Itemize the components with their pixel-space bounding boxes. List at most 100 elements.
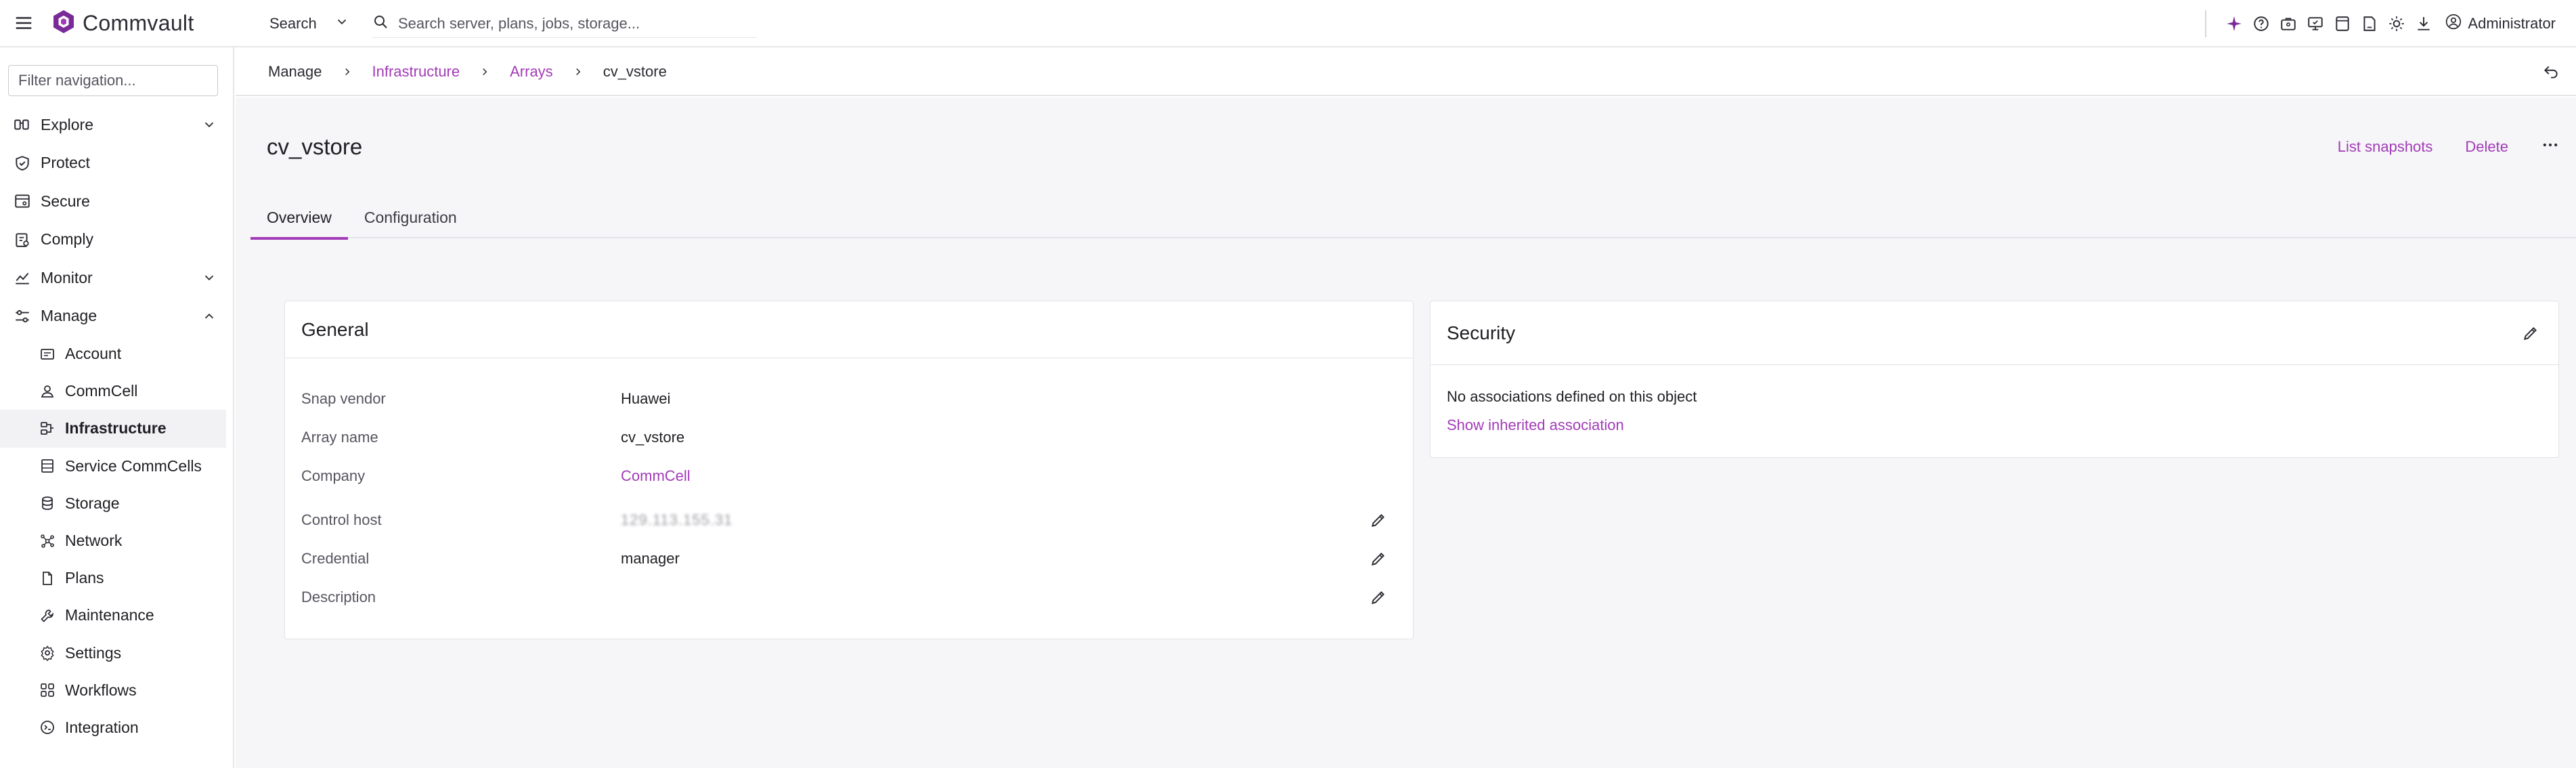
tab-overview[interactable]: Overview	[250, 196, 348, 240]
comply-icon	[12, 230, 32, 250]
row-control-host: Control host 129.113.155.31	[301, 507, 1398, 534]
sidebar-item-label: Explore	[41, 115, 93, 133]
sidebar-item-plans[interactable]: Plans	[0, 559, 233, 597]
top-bar: Commvault Search Search server, plans, j…	[0, 0, 2576, 47]
breadcrumb-current: cv_vstore	[603, 63, 667, 80]
sidebar-item-storage[interactable]: Storage	[0, 485, 233, 522]
user-icon	[2445, 13, 2462, 35]
field-value: manager	[621, 550, 680, 567]
sidebar-item-integration[interactable]: Integration	[0, 709, 233, 746]
undo-icon[interactable]	[2542, 64, 2560, 81]
secure-icon	[12, 191, 32, 211]
wrench-icon	[38, 606, 57, 625]
top-right-toolbar: Administrator	[2205, 0, 2576, 47]
sidebar-item-label: Network	[65, 532, 123, 550]
more-options-icon[interactable]	[2541, 135, 2560, 158]
sidebar-item-account[interactable]: Account	[0, 335, 233, 372]
sidebar-item-manage[interactable]: Manage	[0, 297, 233, 336]
sidebar: Explore Protect Secure Comply Monitor Ma…	[0, 47, 234, 768]
general-card: General Snap vendor Huawei Array name cv…	[284, 301, 1414, 639]
chevron-right-icon	[479, 66, 491, 78]
delete-button[interactable]: Delete	[2465, 138, 2508, 156]
nav-list: Explore Protect Secure Comply Monitor Ma…	[0, 106, 233, 746]
sidebar-item-label: Manage	[41, 307, 97, 325]
sidebar-item-label: Account	[65, 345, 122, 363]
briefcase-icon[interactable]	[2279, 15, 2297, 33]
sidebar-item-comply[interactable]: Comply	[0, 221, 233, 259]
device-icon[interactable]	[2361, 15, 2378, 33]
chart-icon	[12, 268, 32, 288]
monitor-icon[interactable]	[2307, 15, 2324, 33]
search-input[interactable]	[398, 14, 723, 33]
sidebar-item-commcell[interactable]: CommCell	[0, 372, 233, 410]
sidebar-item-secure[interactable]: Secure	[0, 182, 233, 221]
breadcrumb: Manage Infrastructure Arrays cv_vstore	[236, 49, 2576, 96]
sidebar-item-label: Plans	[65, 569, 104, 587]
edit-pencil-icon[interactable]	[1370, 511, 1387, 533]
sliders-icon	[12, 306, 32, 326]
field-label: Credential	[301, 550, 370, 567]
explore-icon	[12, 114, 32, 135]
network-icon	[38, 532, 57, 551]
sidebar-item-label: Monitor	[41, 268, 93, 286]
sidebar-item-infrastructure[interactable]: Infrastructure	[0, 410, 226, 448]
sidebar-item-label: CommCell	[65, 382, 138, 400]
sidebar-item-label: Protect	[41, 154, 90, 172]
commvault-logo[interactable]: Commvault	[50, 8, 194, 39]
sidebar-item-network[interactable]: Network	[0, 522, 233, 559]
sidebar-item-settings[interactable]: Settings	[0, 635, 233, 672]
theme-icon[interactable]	[2388, 15, 2405, 33]
sparkle-icon[interactable]	[2225, 15, 2243, 33]
brand-name: Commvault	[83, 10, 194, 35]
row-array-name: Array name cv_vstore	[301, 424, 1398, 451]
sidebar-item-label: Workflows	[65, 681, 137, 699]
sidebar-item-maintenance[interactable]: Maintenance	[0, 597, 233, 634]
download-icon[interactable]	[2415, 15, 2432, 33]
chevron-right-icon	[341, 66, 353, 78]
sidebar-item-explore[interactable]: Explore	[0, 106, 233, 144]
search-scope-dropdown[interactable]: Search	[269, 0, 349, 47]
chevron-up-icon	[202, 309, 217, 324]
nav-filter-input[interactable]	[8, 65, 218, 96]
tab-bar: Overview Configuration	[250, 196, 2576, 240]
breadcrumb-manage[interactable]: Manage	[268, 63, 322, 81]
sidebar-item-service-commcells[interactable]: Service CommCells	[0, 448, 233, 485]
page-actions: List snapshots Delete	[2338, 135, 2560, 158]
row-description: Description	[301, 584, 1398, 611]
security-card-header: Security	[1431, 301, 2558, 365]
sidebar-item-protect[interactable]: Protect	[0, 144, 233, 183]
edit-pencil-icon[interactable]	[1370, 589, 1387, 610]
sidebar-item-label: Comply	[41, 230, 93, 249]
global-search	[372, 9, 757, 38]
edit-pencil-icon[interactable]	[1370, 550, 1387, 572]
user-menu[interactable]: Administrator	[2445, 13, 2556, 35]
field-value: 129.113.155.31	[621, 511, 733, 528]
tab-configuration[interactable]: Configuration	[348, 196, 473, 238]
toolbar-divider	[2205, 10, 2207, 37]
breadcrumb-arrays[interactable]: Arrays	[510, 63, 553, 81]
field-value: cv_vstore	[621, 429, 685, 446]
user-name: Administrator	[2468, 15, 2556, 32]
row-company: Company CommCell	[301, 463, 1398, 490]
sidebar-item-label: Integration	[65, 718, 139, 736]
company-link[interactable]: CommCell	[621, 467, 691, 485]
chevron-right-icon	[572, 66, 584, 78]
breadcrumb-infrastructure[interactable]: Infrastructure	[372, 63, 460, 81]
menu-icon[interactable]	[0, 0, 47, 47]
sidebar-item-workflows[interactable]: Workflows	[0, 672, 233, 709]
edit-pencil-icon[interactable]	[2522, 324, 2539, 345]
field-label: Company	[301, 467, 366, 484]
sidebar-item-label: Settings	[65, 643, 122, 662]
sidebar-item-monitor[interactable]: Monitor	[0, 259, 233, 297]
tablet-icon[interactable]	[2334, 15, 2351, 33]
chevron-down-icon	[334, 14, 349, 33]
integration-icon	[38, 718, 57, 737]
help-icon[interactable]	[2252, 15, 2270, 33]
infrastructure-icon	[38, 419, 57, 438]
field-label: Snap vendor	[301, 390, 386, 407]
list-snapshots-button[interactable]: List snapshots	[2338, 138, 2433, 156]
field-value: Huawei	[621, 390, 671, 407]
chevron-down-icon	[202, 117, 217, 132]
show-inherited-association-link[interactable]: Show inherited association	[1447, 417, 1624, 434]
document-icon	[38, 569, 57, 588]
